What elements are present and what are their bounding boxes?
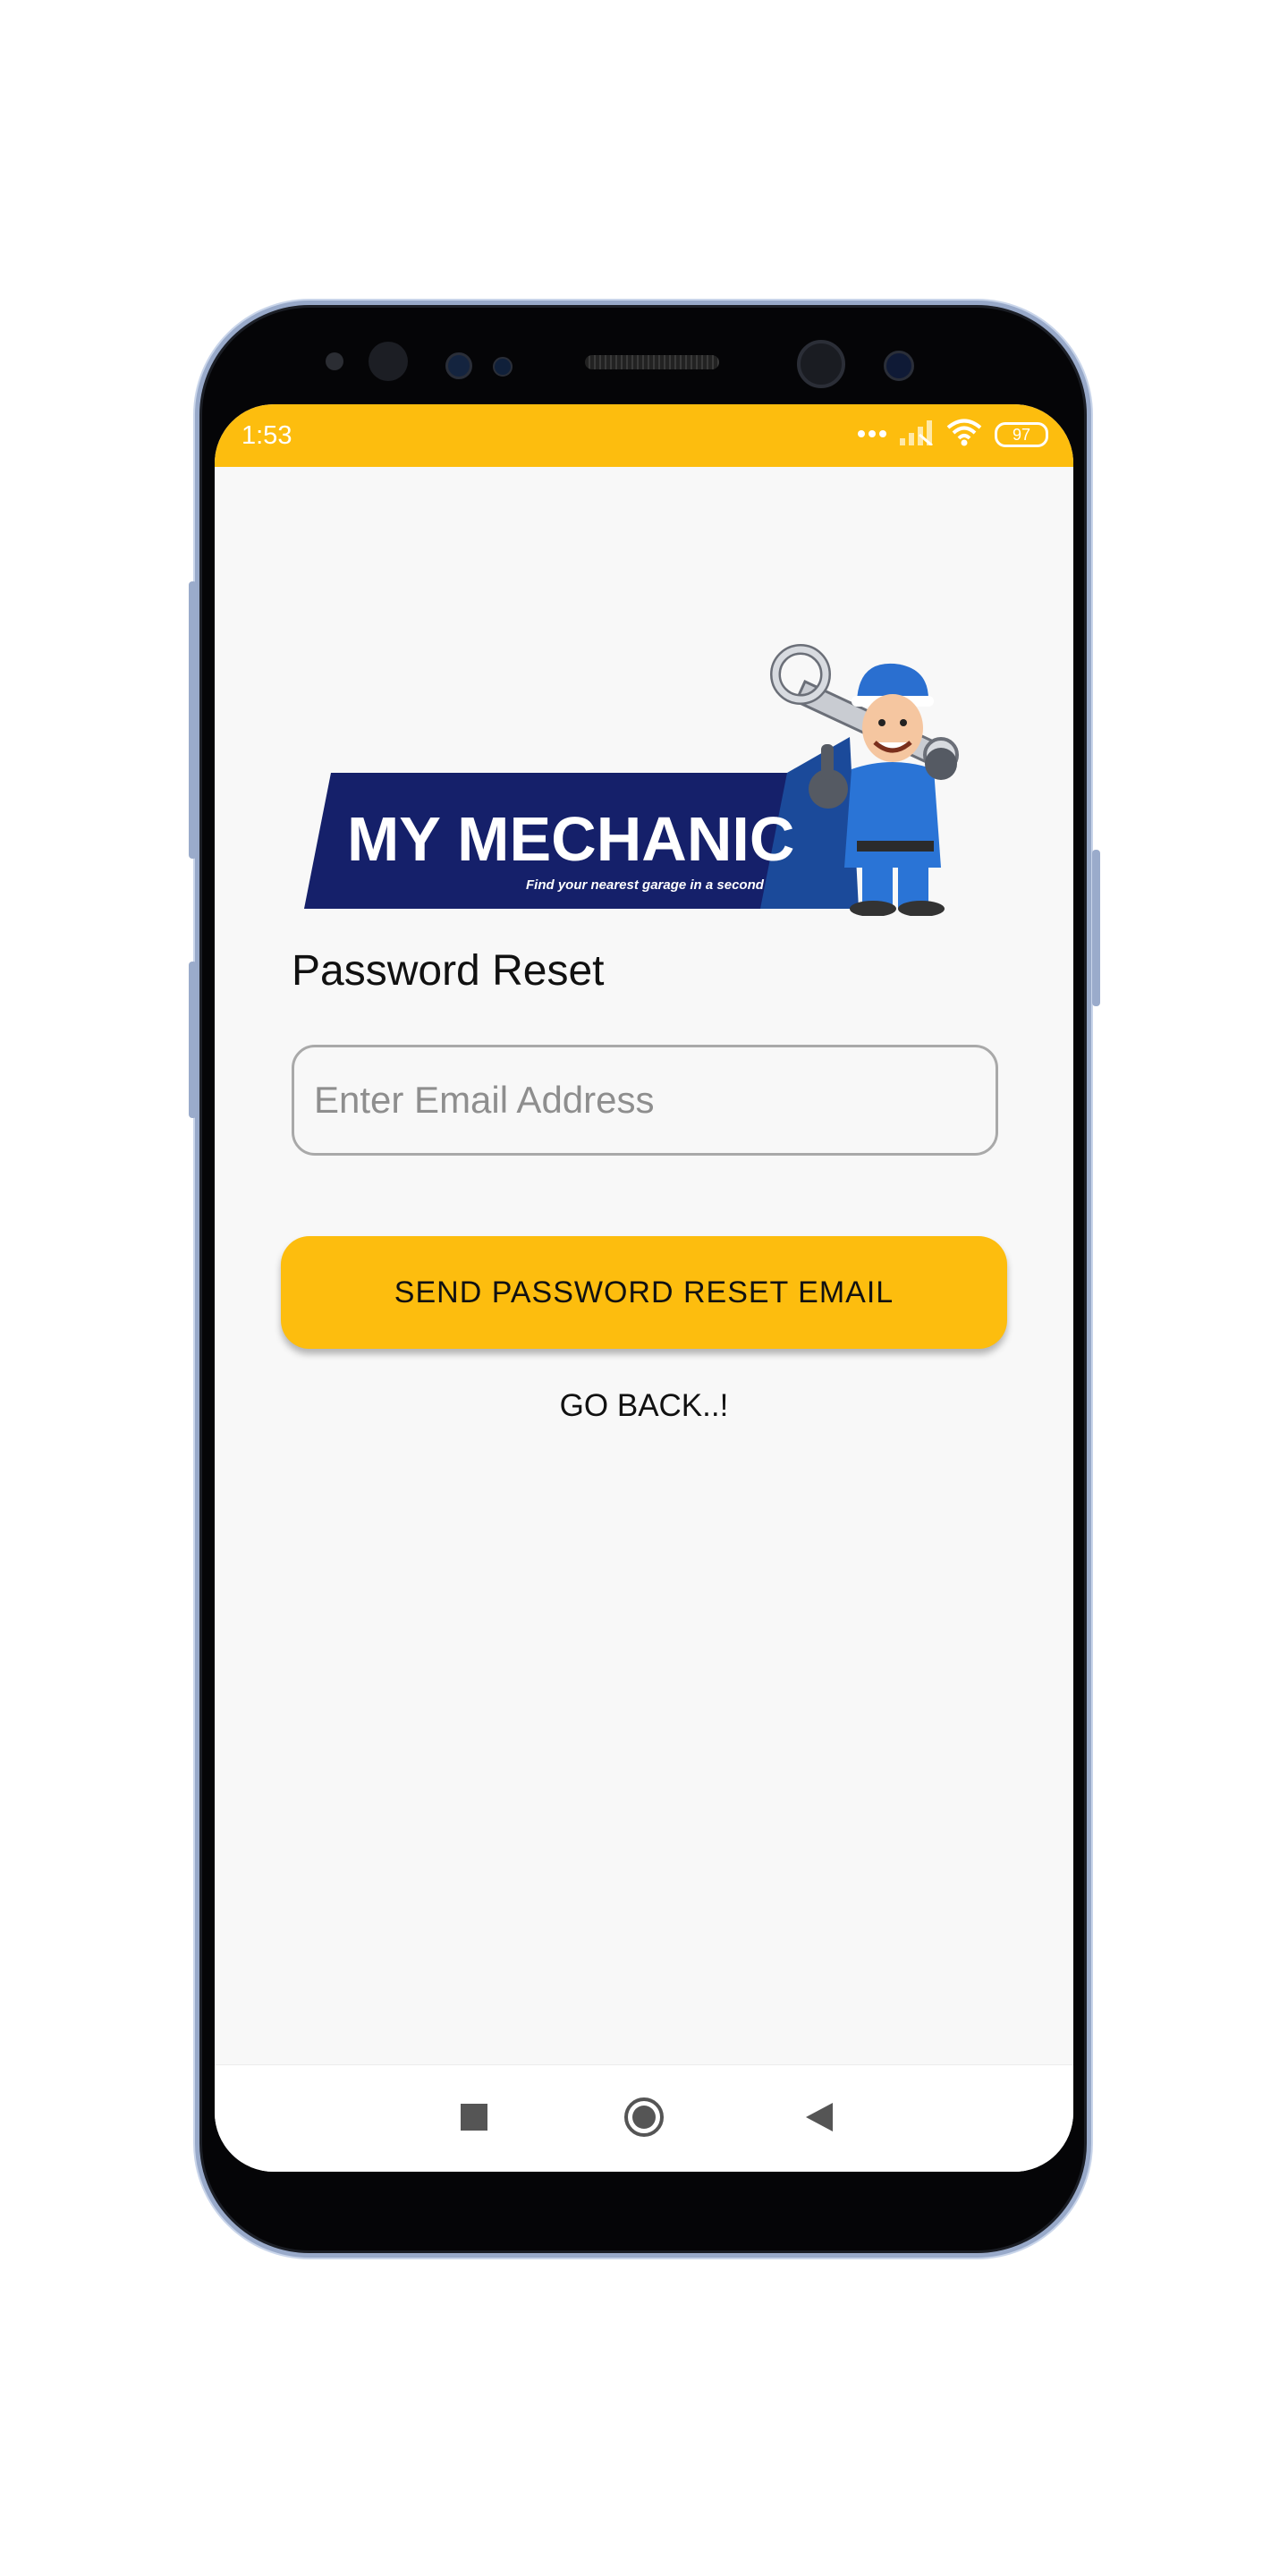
phone-volume-up-button	[189, 581, 197, 859]
email-input[interactable]	[292, 1045, 998, 1156]
send-reset-email-button[interactable]: SEND PASSWORD RESET EMAIL	[281, 1236, 1007, 1349]
app-screen: 1:53 97 MY MECHANIC Find your nearest ga…	[215, 404, 1073, 2172]
earpiece-speaker	[585, 355, 719, 369]
front-camera	[797, 340, 845, 388]
front-sensor	[369, 342, 408, 381]
svg-text:MY MECHANIC: MY MECHANIC	[347, 804, 794, 874]
go-back-link[interactable]: GO BACK..!	[510, 1388, 778, 1424]
phone-volume-down-button	[189, 962, 197, 1118]
circle-home-icon	[623, 2096, 665, 2143]
dots-icon	[857, 427, 887, 443]
page-title: Password Reset	[292, 947, 605, 995]
front-sensor	[493, 357, 513, 377]
front-sensor	[884, 351, 914, 381]
wifi-icon	[946, 418, 982, 451]
phone-power-button	[1092, 850, 1100, 1006]
recents-button[interactable]	[411, 2065, 537, 2172]
home-button[interactable]	[581, 2065, 707, 2172]
svg-text:Find your nearest garage in a: Find your nearest garage in a second	[526, 877, 765, 893]
navigation-bar	[215, 2064, 1073, 2172]
front-sensor	[445, 352, 472, 379]
signal-icon	[900, 419, 934, 450]
status-time: 1:53	[242, 421, 292, 450]
square-icon	[459, 2102, 489, 2137]
battery-icon: 97	[995, 421, 1048, 447]
my-mechanic-logo: MY MECHANIC Find your nearest garage in …	[304, 644, 959, 916]
status-icons: 97	[857, 418, 1048, 451]
back-button[interactable]	[757, 2065, 882, 2172]
status-bar: 1:53 97	[215, 404, 1073, 467]
back-triangle-icon	[804, 2101, 835, 2138]
front-sensor	[326, 352, 343, 370]
